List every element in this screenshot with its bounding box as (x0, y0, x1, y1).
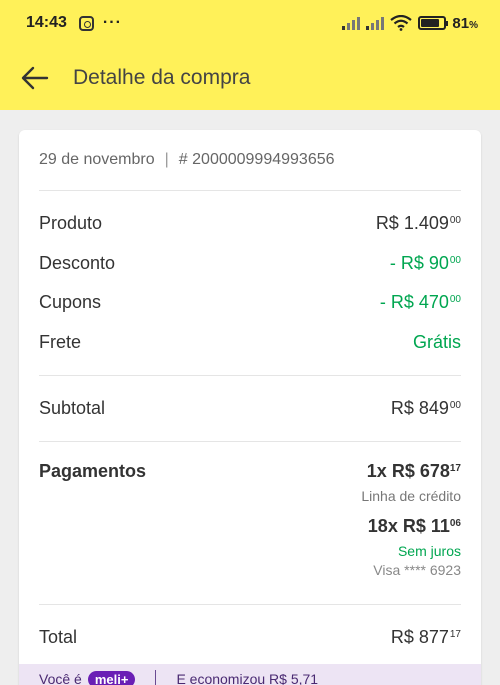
line-coupons: Cupons - R$ 47000 (39, 283, 461, 323)
more-notifications-icon: ··· (102, 14, 122, 31)
meli-plus-banner[interactable]: Você é meli+ E economizou R$ 5,71 (19, 664, 481, 685)
payment-1: 1x R$ 67817 Linha de crédito (361, 461, 461, 504)
meli-savings: E economizou R$ 5,71 (176, 671, 319, 685)
line-shipping: Frete Grátis (39, 323, 461, 363)
page-title: Detalhe da compra (73, 66, 251, 89)
back-button[interactable] (0, 48, 70, 108)
line-value: - R$ 9000 (389, 252, 461, 273)
line-value: Grátis (412, 331, 461, 352)
battery-percentage: 81% (452, 14, 478, 32)
meli-plus-badge: meli+ (87, 670, 136, 685)
top-bar: 14:43 ··· 81% Detalhe da compra (0, 0, 500, 110)
arrow-left-icon (21, 66, 49, 90)
line-label: Cupons (39, 292, 102, 313)
order-number: # 2000009994993656 (178, 151, 335, 168)
line-value: - R$ 47000 (379, 292, 461, 313)
line-label: Produto (39, 213, 103, 234)
payment-row-1: Pagamentos 1x R$ 67817 Linha de crédito (39, 461, 461, 504)
price-lines: Produto R$ 1.40900 Desconto - R$ 9000 Cu… (39, 191, 461, 375)
app-bar: Detalhe da compra (0, 46, 500, 110)
wifi-icon (390, 15, 413, 31)
meta-separator: | (164, 151, 169, 168)
payment-amount: 1x R$ 67817 (366, 461, 461, 481)
line-product: Produto R$ 1.40900 (39, 204, 461, 244)
meli-prefix: Você é (39, 671, 82, 685)
line-value: R$ 1.40900 (375, 213, 461, 234)
total-value: R$ 87717 (390, 627, 461, 647)
signal-icon-2 (366, 16, 385, 30)
order-meta: 29 de novembro | # 2000009994993656 (39, 130, 461, 190)
payments-title: Pagamentos (39, 461, 147, 481)
line-label: Frete (39, 331, 82, 352)
payment-card: Visa **** 6923 (373, 562, 461, 578)
total-row: Total R$ 87717 (39, 605, 461, 670)
line-label: Desconto (39, 252, 116, 273)
subtotal-label: Subtotal (39, 398, 106, 418)
status-time: 14:43 (26, 14, 67, 31)
status-right: 81% (342, 15, 478, 32)
payments-section: Pagamentos 1x R$ 67817 Linha de crédito … (39, 442, 461, 604)
payment-2: 18x R$ 1106 Sem juros Visa **** 6923 (39, 516, 461, 578)
order-date: 29 de novembro (39, 151, 155, 168)
purchase-detail-card: 29 de novembro | # 2000009994993656 Prod… (19, 130, 481, 685)
status-bar: 14:43 ··· 81% (0, 0, 500, 46)
subtotal-row: Subtotal R$ 84900 (39, 376, 461, 441)
signal-icon (342, 16, 361, 30)
payment-method: Linha de crédito (361, 488, 461, 504)
banner-separator (155, 670, 157, 685)
payment-interest-note: Sem juros (397, 543, 461, 559)
total-label: Total (39, 627, 78, 647)
subtotal-value: R$ 84900 (390, 398, 461, 418)
payment-amount: 18x R$ 1106 (367, 516, 461, 536)
instagram-icon (78, 15, 94, 31)
line-discount: Desconto - R$ 9000 (39, 244, 461, 284)
battery-icon (418, 16, 449, 30)
